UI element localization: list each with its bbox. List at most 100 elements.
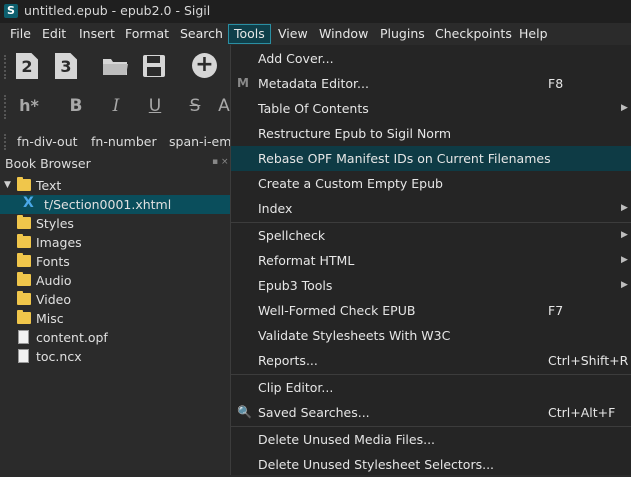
menuitem-delete-unused-selectors[interactable]: Delete Unused Stylesheet Selectors...: [231, 452, 631, 477]
menuitem-validate-stylesheets[interactable]: Validate Stylesheets With W3C: [231, 323, 631, 348]
toolbar-grip[interactable]: [4, 55, 9, 79]
submenu-arrow-icon: ▶: [621, 255, 628, 265]
toolbar-grip[interactable]: [4, 134, 9, 150]
tree-label: Video: [36, 292, 72, 307]
bold-button[interactable]: B: [66, 96, 86, 116]
more-format-button[interactable]: A: [218, 96, 230, 116]
menuitem-delete-unused-media[interactable]: Delete Unused Media Files...: [231, 427, 631, 452]
tree-label: t/Section0001.xhtml: [44, 197, 172, 212]
strikethrough-button[interactable]: S: [185, 96, 205, 116]
heading-level-button[interactable]: h*: [16, 96, 42, 115]
menuitem-spellcheck[interactable]: Spellcheck ▶: [231, 223, 631, 248]
italic-button[interactable]: I: [106, 96, 126, 116]
menu-format[interactable]: Format: [120, 25, 174, 43]
menu-view[interactable]: View: [273, 25, 313, 43]
tree-label: content.opf: [36, 330, 108, 345]
menu-help[interactable]: Help: [514, 25, 553, 43]
tree-label: Misc: [36, 311, 64, 326]
folder-icon: [17, 291, 31, 305]
menu-plugins[interactable]: Plugins: [375, 25, 430, 43]
menuitem-label: Saved Searches...: [258, 405, 370, 420]
menu-tools[interactable]: Tools: [228, 24, 271, 44]
menuitem-label: Metadata Editor...: [258, 76, 369, 91]
xhtml-file-icon: X: [23, 195, 34, 211]
menuitem-clip-editor[interactable]: Clip Editor...: [231, 375, 631, 400]
submenu-arrow-icon: ▶: [621, 203, 628, 213]
book-browser-title: Book Browser: [5, 156, 91, 171]
menu-edit[interactable]: Edit: [37, 25, 71, 43]
tree-label: Fonts: [36, 254, 70, 269]
menuitem-label: Well-Formed Check EPUB: [258, 303, 416, 318]
tree-folder-video[interactable]: Video: [0, 290, 230, 309]
window-title: untitled.epub - epub2.0 - Sigil: [24, 3, 211, 18]
tree-folder-fonts[interactable]: Fonts: [0, 252, 230, 271]
tools-menu-dropdown: Add Cover... M Metadata Editor... F8 Tab…: [230, 45, 631, 475]
menuitem-epub3-tools[interactable]: Epub3 Tools ▶: [231, 273, 631, 298]
menu-checkpoints[interactable]: Checkpoints: [430, 25, 517, 43]
clip-fn-div-out[interactable]: fn-div-out: [17, 134, 78, 149]
metadata-icon: M: [237, 76, 249, 90]
menuitem-create-custom-epub[interactable]: Create a Custom Empty Epub: [231, 171, 631, 196]
folder-icon: [17, 272, 31, 286]
add-circle-icon[interactable]: +: [192, 53, 217, 78]
book-browser-header: Book Browser ▪ ×: [0, 156, 230, 174]
toolbar-grip[interactable]: [4, 95, 9, 119]
menuitem-label: Delete Unused Stylesheet Selectors...: [258, 457, 495, 472]
menuitem-label: Reformat HTML: [258, 253, 355, 268]
expand-arrow-icon[interactable]: ▼: [4, 176, 11, 195]
menu-insert[interactable]: Insert: [74, 25, 120, 43]
tree-label: toc.ncx: [36, 349, 82, 364]
clips-toolbar: fn-div-out fn-number span-i-em: [0, 130, 230, 154]
tree-folder-text[interactable]: ▼ Text: [0, 176, 230, 195]
tree-folder-audio[interactable]: Audio: [0, 271, 230, 290]
dock-controls-icon[interactable]: ▪ ×: [212, 157, 229, 167]
menuitem-index[interactable]: Index ▶: [231, 196, 631, 221]
ncx-file-icon: [18, 349, 29, 363]
submenu-arrow-icon: ▶: [621, 230, 628, 240]
clip-fn-number[interactable]: fn-number: [91, 134, 157, 149]
menuitem-reports[interactable]: Reports... Ctrl+Shift+R: [231, 348, 631, 373]
tree-file-content-opf[interactable]: content.opf: [0, 328, 230, 347]
menu-window[interactable]: Window: [314, 25, 373, 43]
tree-label: Images: [36, 235, 82, 250]
tree-folder-styles[interactable]: Styles: [0, 214, 230, 233]
menuitem-label: Add Cover...: [258, 51, 334, 66]
tree-label: Text: [36, 178, 62, 193]
menuitem-reformat-html[interactable]: Reformat HTML ▶: [231, 248, 631, 273]
menuitem-restructure-epub[interactable]: Restructure Epub to Sigil Norm: [231, 121, 631, 146]
folder-icon: [17, 310, 31, 324]
search-icon: 🔍: [237, 405, 252, 419]
title-bar: S untitled.epub - epub2.0 - Sigil: [0, 0, 631, 23]
menuitem-label: Index: [258, 201, 293, 216]
clip-span-i-em[interactable]: span-i-em: [169, 134, 230, 149]
menuitem-label: Clip Editor...: [258, 380, 334, 395]
menuitem-label: Rebase OPF Manifest IDs on Current Filen…: [258, 151, 551, 166]
menuitem-metadata-editor[interactable]: M Metadata Editor... F8: [231, 71, 631, 96]
heading-3-icon[interactable]: 3: [55, 53, 77, 79]
menuitem-shortcut: F8: [548, 76, 564, 91]
menu-file[interactable]: File: [5, 25, 36, 43]
folder-icon: [17, 234, 31, 248]
heading-2-icon[interactable]: 2: [16, 53, 38, 79]
menuitem-saved-searches[interactable]: 🔍 Saved Searches... Ctrl+Alt+F: [231, 400, 631, 425]
underline-button[interactable]: U: [145, 96, 165, 116]
folder-icon: [17, 215, 31, 229]
save-icon[interactable]: [142, 54, 166, 78]
menuitem-add-cover[interactable]: Add Cover...: [231, 46, 631, 71]
menuitem-well-formed-check[interactable]: Well-Formed Check EPUB F7: [231, 298, 631, 323]
menuitem-label: Create a Custom Empty Epub: [258, 176, 443, 191]
tree-file-toc-ncx[interactable]: toc.ncx: [0, 347, 230, 366]
menuitem-label: Spellcheck: [258, 228, 326, 243]
folder-icon: [17, 177, 31, 191]
menuitem-label: Reports...: [258, 353, 318, 368]
menu-search[interactable]: Search: [175, 25, 228, 43]
tree-folder-misc[interactable]: Misc: [0, 309, 230, 328]
menuitem-table-of-contents[interactable]: Table Of Contents ▶: [231, 96, 631, 121]
tree-label: Styles: [36, 216, 74, 231]
tree-file-section0001[interactable]: X t/Section0001.xhtml: [0, 195, 230, 214]
open-folder-icon[interactable]: [102, 55, 130, 77]
menuitem-rebase-opf-ids[interactable]: Rebase OPF Manifest IDs on Current Filen…: [231, 146, 631, 171]
menuitem-shortcut: F7: [548, 303, 564, 318]
menuitem-shortcut: Ctrl+Alt+F: [548, 405, 616, 420]
tree-folder-images[interactable]: Images: [0, 233, 230, 252]
